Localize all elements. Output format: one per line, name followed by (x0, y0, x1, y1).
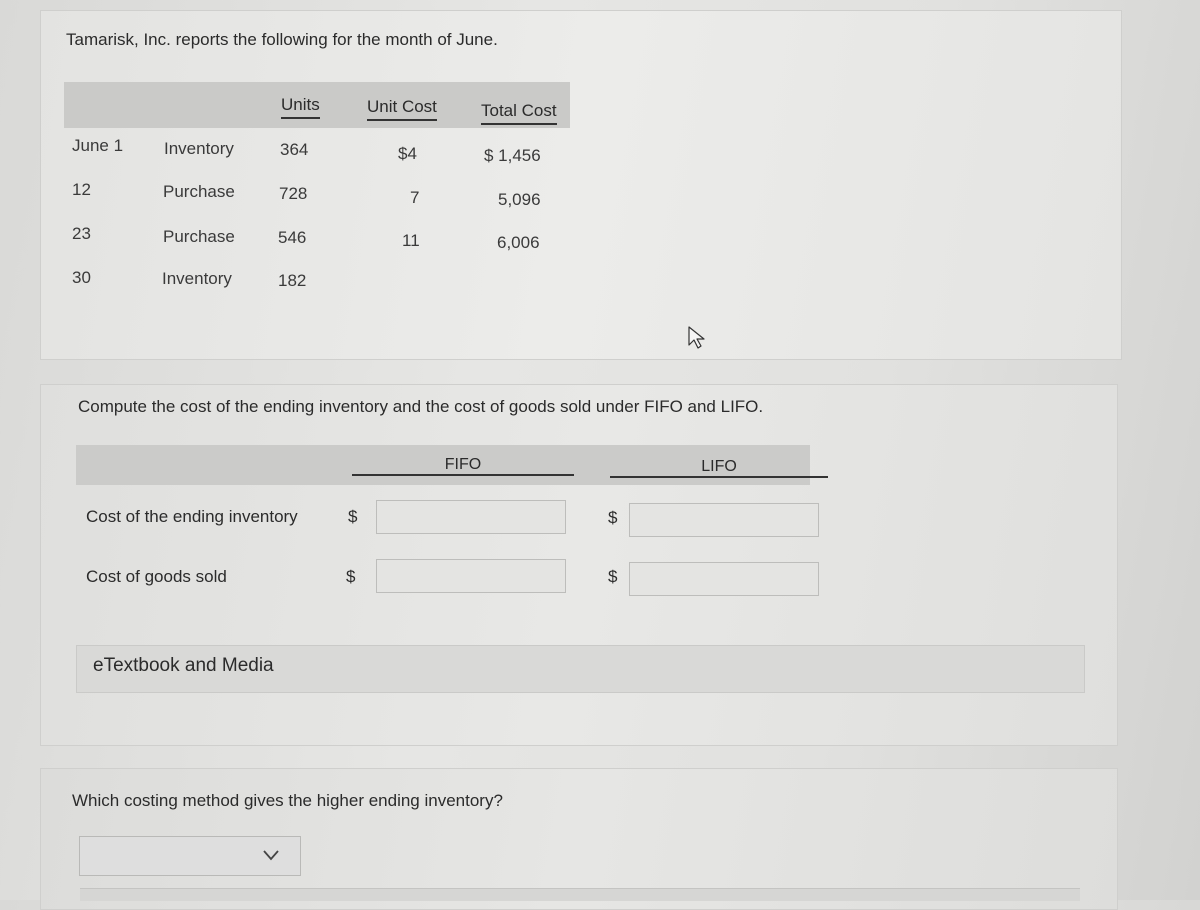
etextbook-media-link[interactable]: eTextbook and Media (76, 645, 1085, 693)
currency-symbol: $ (348, 507, 358, 526)
row-units: 728 (279, 184, 308, 203)
row-total-cost: 5,096 (498, 190, 541, 209)
row-unit-cost: 11 (402, 231, 420, 250)
currency-symbol: $ (608, 508, 618, 527)
currency-symbol: $ (608, 567, 618, 586)
currency-symbol: $ (346, 567, 356, 586)
lifo-cogs-input[interactable] (629, 562, 819, 596)
lifo-ending-inventory-input[interactable] (629, 503, 819, 537)
row-date: June 1 (72, 136, 124, 155)
mouse-cursor-icon (688, 326, 705, 349)
row-units: 364 (280, 140, 309, 159)
row-type: Inventory (162, 269, 232, 288)
row-date: 30 (72, 268, 91, 287)
question-text: Which costing method gives the higher en… (72, 791, 503, 810)
intro-text: Tamarisk, Inc. reports the following for… (66, 30, 498, 49)
row-total-cost: $ 1,456 (484, 146, 541, 165)
fifo-cogs-input[interactable] (376, 559, 566, 593)
row-unit-cost: 7 (410, 188, 420, 207)
costing-method-select[interactable] (79, 836, 301, 876)
row-units: 546 (278, 228, 307, 247)
cogs-label: Cost of goods sold (86, 567, 227, 586)
header-unit-cost: Unit Cost (367, 97, 437, 121)
row-type: Inventory (164, 139, 234, 158)
etextbook-media-label: eTextbook and Media (93, 655, 274, 676)
header-fifo: FIFO (352, 456, 574, 476)
header-total-cost: Total Cost (481, 101, 557, 125)
row-total-cost: 6,006 (497, 233, 540, 252)
row-date: 12 (72, 180, 91, 199)
fifo-ending-inventory-input[interactable] (376, 500, 566, 534)
ending-inventory-label: Cost of the ending inventory (86, 507, 298, 526)
chevron-down-icon (263, 850, 279, 861)
row-units: 182 (278, 271, 307, 290)
row-type: Purchase (163, 227, 235, 246)
compute-instruction: Compute the cost of the ending inventory… (78, 397, 764, 416)
row-unit-cost: $4 (398, 144, 417, 163)
next-section-edge (80, 888, 1080, 901)
row-date: 23 (72, 224, 91, 243)
header-lifo: LIFO (610, 458, 828, 478)
row-type: Purchase (163, 182, 235, 201)
header-units: Units (281, 95, 320, 119)
